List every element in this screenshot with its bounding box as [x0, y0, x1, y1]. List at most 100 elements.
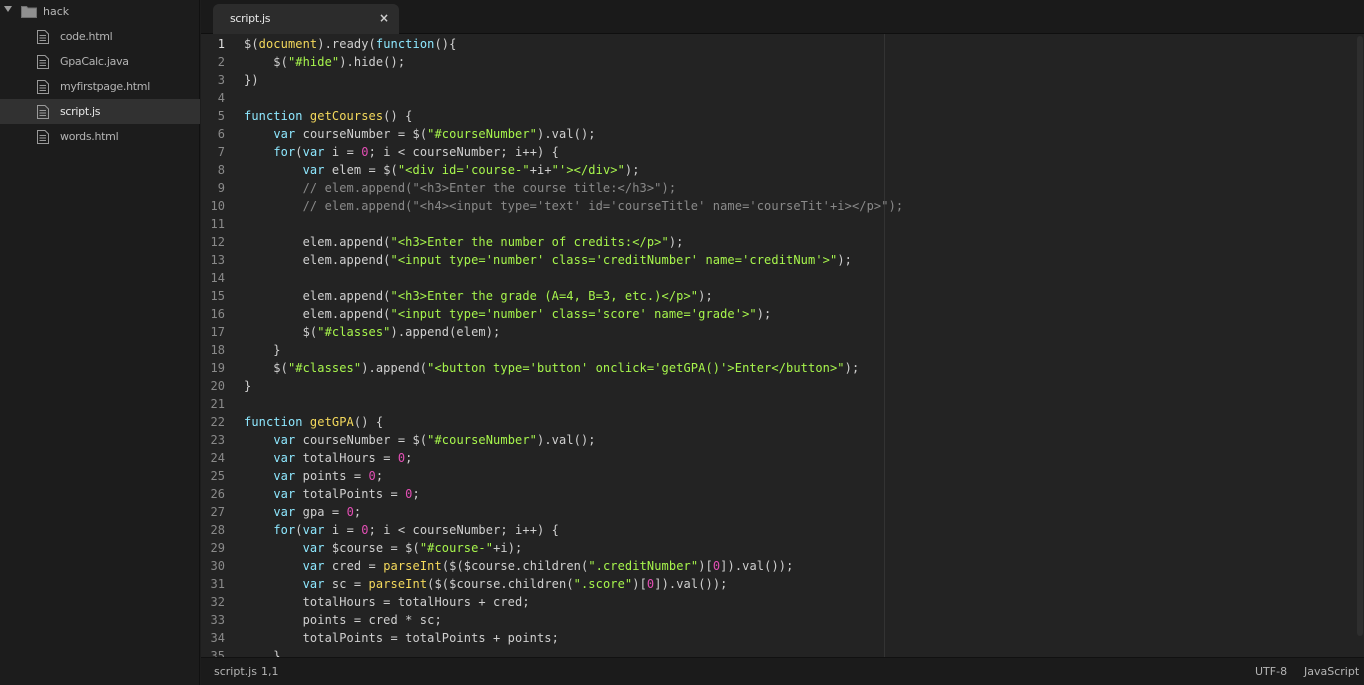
sidebar-file-item[interactable]: words.html: [0, 124, 200, 149]
file-label: code.html: [60, 30, 113, 43]
code-token: var: [302, 145, 325, 159]
code-token: );: [844, 361, 860, 375]
line-number: 34: [210, 631, 225, 645]
line-number: 2: [217, 55, 225, 69]
code-token: 0: [346, 505, 354, 519]
code-line: }: [244, 377, 251, 395]
chevron-down-icon[interactable]: [4, 6, 12, 12]
sidebar-file-item[interactable]: myfirstpage.html: [0, 74, 200, 99]
line-number: 8: [217, 163, 225, 177]
file-icon: [37, 105, 49, 119]
code-token: ".creditNumber": [588, 559, 699, 573]
file-label: GpaCalc.java: [60, 55, 129, 68]
close-icon[interactable]: ×: [379, 11, 389, 25]
code-token: ;: [412, 487, 420, 501]
sidebar: hack code.html GpaCalc.java myfirstpage.ht…: [0, 0, 200, 685]
folder-hack[interactable]: hack: [0, 0, 200, 24]
code-token: var: [273, 487, 296, 501]
line-number: 26: [210, 487, 225, 501]
line-number: 24: [210, 451, 225, 465]
code-token: )[: [632, 577, 647, 591]
code-token: $(: [244, 55, 288, 69]
code-line: elem.append("<input type='number' class=…: [244, 305, 772, 323]
code-token: $(: [244, 37, 259, 51]
line-number: 4: [217, 91, 225, 105]
code-token: sc =: [324, 577, 369, 591]
code-token: gpa =: [295, 505, 347, 519]
code-token: // elem.append("<h3>Enter the course tit…: [244, 181, 677, 195]
code-token: "<input type='number' class='score' name…: [390, 307, 757, 321]
code-line: var totalHours = 0;: [244, 449, 413, 467]
line-number: 15: [210, 289, 225, 303]
code-token: totalHours = totalHours + cred;: [244, 595, 530, 609]
line-number: 16: [210, 307, 225, 321]
code-token: "#classes": [287, 361, 362, 375]
scrollbar-thumb[interactable]: [1357, 36, 1363, 636]
line-number: 7: [217, 145, 225, 159]
code-line: for(var i = 0; i < courseNumber; i++) {: [244, 521, 559, 539]
code-token: "<h3>Enter the grade (A=4, B=3, etc.)</p…: [390, 289, 699, 303]
code-token: elem.append(: [244, 289, 391, 303]
code-token: getGPA: [309, 415, 354, 429]
line-number: 10: [210, 199, 225, 213]
code-token: function: [375, 37, 435, 51]
file-icon: [37, 55, 49, 69]
code-token: "<button type='button' onclick='getGPA()…: [427, 361, 845, 375]
code-line: elem.append("<h3>Enter the grade (A=4, B…: [244, 287, 713, 305]
code-line: }): [244, 71, 259, 89]
code-token: 0: [368, 469, 376, 483]
sidebar-file-item[interactable]: GpaCalc.java: [0, 49, 200, 74]
code-token: $course = $(: [324, 541, 420, 555]
line-number-gutter: 1 2 3 4 5 6 7 8 9 10 11 12 13 14 15 16 17 18 19 20 21 22 23 24 2…: [201, 34, 237, 657]
code-token: ".score": [573, 577, 633, 591]
code-token: "'></div>": [551, 163, 625, 177]
line-number: 28: [210, 523, 225, 537]
code-token: document: [258, 37, 318, 51]
line-number: 5: [217, 109, 225, 123]
code-token: () {: [353, 415, 384, 429]
code-token: totalPoints = totalPoints + points;: [244, 631, 559, 645]
folder-label: hack: [43, 5, 70, 18]
code-token: "<div id='course-": [397, 163, 530, 177]
code-line: $(document).ready(function(){: [244, 35, 456, 53]
code-line: $("#classes").append(elem);: [244, 323, 501, 341]
file-icon: [37, 130, 49, 144]
status-syntax[interactable]: JavaScript: [1304, 665, 1359, 678]
code-area[interactable]: $(document).ready(function(){ $("#hide")…: [244, 34, 1354, 657]
line-number: 3: [217, 73, 225, 87]
code-token: elem = $(: [324, 163, 398, 177]
line-number: 9: [217, 181, 225, 195]
tab-script-js[interactable]: script.js ×: [213, 4, 399, 34]
code-line: var courseNumber = $("#courseNumber").va…: [244, 431, 596, 449]
code-token: (: [295, 145, 303, 159]
sidebar-file-item[interactable]: code.html: [0, 24, 200, 49]
code-editor[interactable]: 1 2 3 4 5 6 7 8 9 10 11 12 13 14 15 16 17 18 19 20 21 22 23 24 2…: [201, 34, 1364, 657]
status-bar: script.js 1,1 UTF-8 JavaScript: [201, 657, 1364, 685]
line-number: 6: [217, 127, 225, 141]
code-token: parseInt: [383, 559, 442, 573]
status-encoding[interactable]: UTF-8: [1255, 665, 1287, 678]
code-token: var: [273, 127, 296, 141]
code-token: for: [273, 523, 296, 537]
tab-label: script.js: [230, 12, 271, 25]
code-token: cred =: [324, 559, 384, 573]
vertical-scrollbar[interactable]: [1355, 34, 1364, 657]
file-label: script.js: [60, 105, 101, 118]
line-number: 22: [210, 415, 225, 429]
sidebar-file-item[interactable]: script.js: [0, 99, 200, 124]
code-token: ; i < courseNumber; i++) {: [368, 523, 560, 537]
line-number: 35: [210, 649, 225, 657]
code-token: var: [302, 577, 325, 591]
code-token: var: [273, 505, 296, 519]
line-number: 1: [217, 37, 225, 51]
code-line: elem.append("<h3>Enter the number of cre…: [244, 233, 684, 251]
code-token: "#courseNumber": [427, 127, 538, 141]
code-token: var: [273, 451, 296, 465]
code-token: points =: [295, 469, 369, 483]
code-token: ).append(elem);: [390, 325, 501, 339]
code-line: points = cred * sc;: [244, 611, 442, 629]
